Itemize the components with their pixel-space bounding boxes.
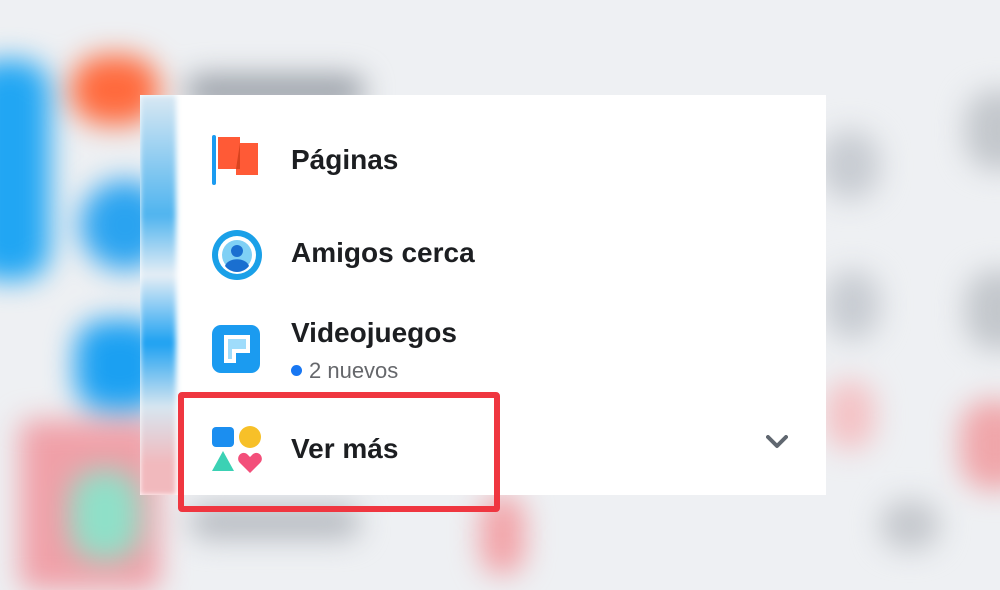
menu-item-paginas[interactable]: Páginas <box>176 127 826 197</box>
menu-item-sublabel: 2 nuevos <box>309 358 399 383</box>
menu-item-amigos-cerca[interactable]: Amigos cerca <box>176 220 826 290</box>
menu-item-label: Videojuegos <box>291 317 457 348</box>
menu-item-videojuegos[interactable]: Videojuegos 2 nuevos <box>176 305 826 395</box>
flag-icon <box>210 133 262 192</box>
highlight-box <box>178 392 500 512</box>
menu-item-label: Amigos cerca <box>291 237 475 268</box>
chevron-down-icon[interactable] <box>766 435 788 454</box>
nearby-friends-icon <box>210 228 264 287</box>
blurred-edge-strip <box>140 95 176 495</box>
new-count-badge: 2 nuevos <box>291 358 398 384</box>
new-indicator-dot <box>291 365 302 376</box>
gaming-icon <box>210 323 262 380</box>
menu-item-label: Páginas <box>291 144 399 175</box>
